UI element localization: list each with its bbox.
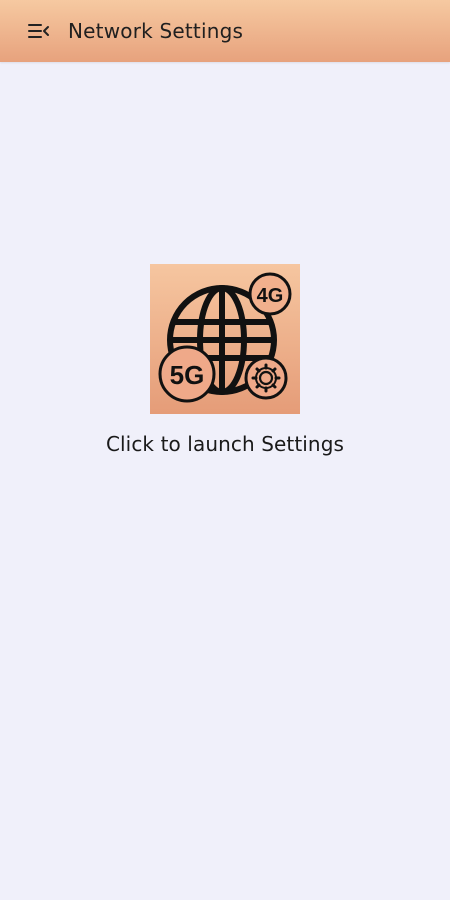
- badge-5g: 5G: [158, 345, 216, 403]
- menu-button[interactable]: [26, 18, 52, 44]
- launch-settings-text[interactable]: Click to launch Settings: [106, 432, 344, 456]
- gear-icon: [244, 356, 288, 400]
- app-screen: Network Settings 4G 5G Click to launch S…: [0, 0, 450, 900]
- globe-network-icon: 4G 5G: [158, 272, 292, 403]
- menu-collapse-icon: [28, 24, 49, 38]
- page-title: Network Settings: [68, 19, 244, 43]
- top-app-bar: Network Settings: [0, 0, 450, 62]
- svg-text:5G: 5G: [170, 360, 205, 390]
- launch-area: 4G 5G Click to launch Settings: [0, 264, 450, 456]
- svg-text:4G: 4G: [257, 285, 284, 307]
- settings-launcher[interactable]: 4G 5G: [150, 264, 300, 414]
- badge-4g: 4G: [248, 272, 292, 316]
